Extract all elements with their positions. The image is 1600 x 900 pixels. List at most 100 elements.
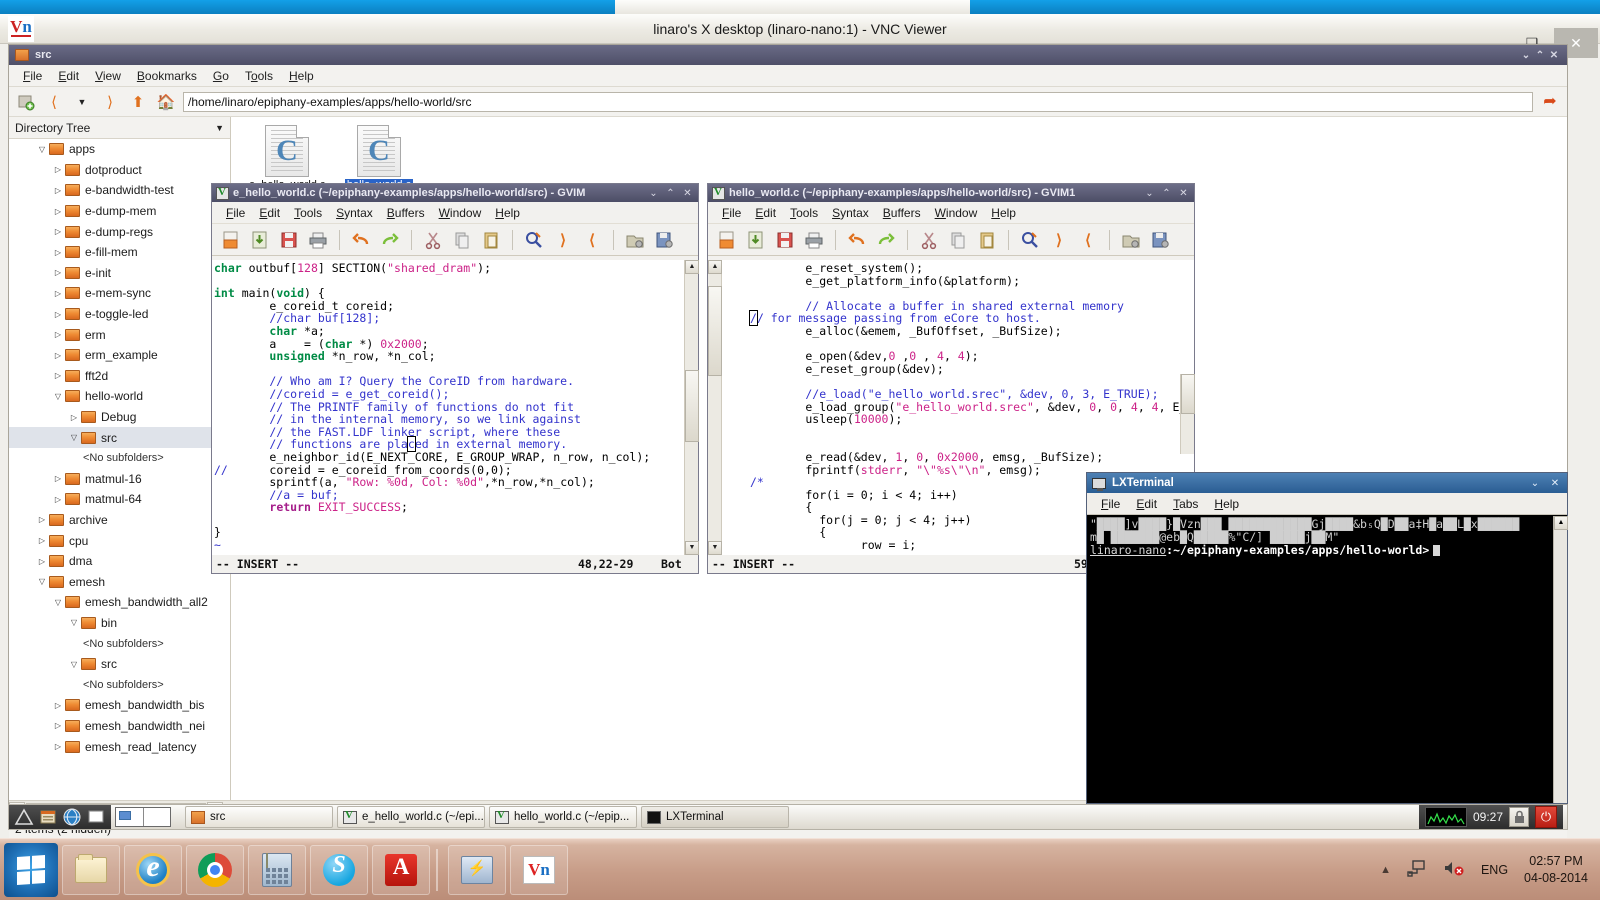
gvim1-menu-buffers[interactable]: Buffers: [387, 206, 425, 220]
show-desktop-icon[interactable]: [13, 806, 35, 828]
tree-item--no-subfolders-[interactable]: <No subfolders>: [9, 633, 230, 654]
path-input[interactable]: [183, 91, 1533, 112]
directory-tree[interactable]: ▽ apps ▷ dotproduct ▷ e-bandwidth-test ▷ e-dump…: [9, 139, 230, 800]
taskbar-button[interactable]: e_hello_world.c (~/epi...: [337, 806, 485, 828]
scrollbar-thumb[interactable]: [685, 370, 699, 442]
menu-tools[interactable]: Tools: [245, 69, 273, 83]
taskbar-button[interactable]: LXTerminal: [641, 806, 789, 828]
gvim2-menu-buffers[interactable]: Buffers: [883, 206, 921, 220]
taskbar-button[interactable]: hello_world.c (~/epip...: [489, 806, 637, 828]
print-icon[interactable]: [803, 229, 825, 251]
gvim1-menu-syntax[interactable]: Syntax: [336, 206, 373, 220]
open-session-icon[interactable]: [1120, 229, 1142, 251]
tree-item-dotproduct[interactable]: ▷ dotproduct: [9, 160, 230, 181]
gvim1-menu-file[interactable]: File: [226, 206, 245, 220]
tree-item-cpu[interactable]: ▷ cpu: [9, 530, 230, 551]
taskbar-button[interactable]: src: [185, 806, 333, 828]
scroll-up-icon[interactable]: ▲: [685, 260, 699, 274]
chevron-right-icon[interactable]: ▷: [51, 289, 65, 298]
menu-bookmarks[interactable]: Bookmarks: [137, 69, 197, 83]
calculator-icon[interactable]: [248, 844, 306, 895]
chevron-down-icon[interactable]: ▽: [67, 433, 81, 442]
workspace-2[interactable]: [144, 808, 171, 826]
lxterminal-minimize-button[interactable]: ⌄: [1528, 478, 1542, 489]
tree-item-matmul-64[interactable]: ▷ matmul-64: [9, 489, 230, 510]
tree-item-emesh-read-latency[interactable]: ▷ emesh_read_latency: [9, 736, 230, 757]
chevron-right-icon[interactable]: ▷: [35, 557, 49, 566]
find-icon[interactable]: [1019, 229, 1041, 251]
windows-clock[interactable]: 02:57 PM 04-08-2014: [1524, 853, 1588, 887]
volume-muted-icon[interactable]: [1443, 859, 1465, 880]
open-file-icon[interactable]: [716, 229, 738, 251]
chevron-right-icon[interactable]: ▷: [51, 742, 65, 751]
tree-item--no-subfolders-[interactable]: <No subfolders>: [9, 674, 230, 695]
scrollbar-thumb[interactable]: [1181, 374, 1195, 414]
undo-icon[interactable]: [350, 229, 372, 251]
file-item[interactable]: Ce_hello_world.c: [247, 125, 327, 191]
save-all-icon[interactable]: [278, 229, 300, 251]
lxterminal-menu-help[interactable]: Help: [1214, 497, 1239, 511]
web-browser-icon[interactable]: [61, 806, 83, 828]
chevron-down-icon[interactable]: ▽: [35, 145, 49, 154]
gvim2-menu-help[interactable]: Help: [991, 206, 1016, 220]
save-icon[interactable]: [745, 229, 767, 251]
gvim2-menu-window[interactable]: Window: [935, 206, 978, 220]
tree-item-src[interactable]: ▽ src: [9, 427, 230, 448]
chevron-right-icon[interactable]: ▷: [51, 474, 65, 483]
gvim1-close-button[interactable]: ✕: [681, 188, 694, 199]
history-dropdown-icon[interactable]: ▼: [71, 91, 93, 113]
vnc-viewer-icon[interactable]: Vn: [510, 844, 568, 895]
fm-minimize-button[interactable]: ⌄: [1519, 50, 1533, 61]
adobe-reader-icon[interactable]: [372, 844, 430, 895]
tree-item-erm-example[interactable]: ▷ erm_example: [9, 345, 230, 366]
next-icon[interactable]: ⟩: [1048, 229, 1070, 251]
gvim2-minimize-button[interactable]: ⌄: [1143, 188, 1156, 199]
tree-item-archive[interactable]: ▷ archive: [9, 510, 230, 531]
copy-icon[interactable]: [451, 229, 473, 251]
tree-item-matmul-16[interactable]: ▷ matmul-16: [9, 469, 230, 490]
home-icon[interactable]: 🏠: [155, 91, 177, 113]
forward-icon[interactable]: ⟩: [99, 91, 121, 113]
gvim1-maximize-button[interactable]: ⌃: [664, 188, 677, 199]
chevron-right-icon[interactable]: ▷: [51, 721, 65, 730]
gvim1-menu-help[interactable]: Help: [495, 206, 520, 220]
skype-icon[interactable]: [310, 844, 368, 895]
chevron-right-icon[interactable]: ▷: [51, 248, 65, 257]
scroll-up-icon[interactable]: ▲: [708, 260, 722, 274]
chevron-right-icon[interactable]: ▷: [51, 351, 65, 360]
tree-item-emesh[interactable]: ▽ emesh: [9, 571, 230, 592]
save-all-icon[interactable]: [774, 229, 796, 251]
tree-item--no-subfolders-[interactable]: <No subfolders>: [9, 448, 230, 469]
chevron-down-icon[interactable]: ▽: [35, 577, 49, 586]
power-icon[interactable]: ⏻: [1535, 806, 1557, 828]
go-icon[interactable]: ➦: [1539, 91, 1561, 113]
tree-item-debug[interactable]: ▷ Debug: [9, 407, 230, 428]
save-session-icon[interactable]: [653, 229, 675, 251]
gvim1-menu-tools[interactable]: Tools: [294, 206, 322, 220]
chevron-right-icon[interactable]: ▷: [51, 207, 65, 216]
tree-item-e-dump-mem[interactable]: ▷ e-dump-mem: [9, 201, 230, 222]
lxterminal-menu-file[interactable]: File: [1101, 497, 1120, 511]
menu-view[interactable]: View: [95, 69, 121, 83]
lxde-clock[interactable]: 09:27: [1473, 810, 1503, 824]
gvim1-vertical-scrollbar[interactable]: ▲ ▼: [684, 260, 699, 555]
gvim2-close-button[interactable]: ✕: [1177, 188, 1190, 199]
next-icon[interactable]: ⟩: [552, 229, 574, 251]
tree-item-e-bandwidth-test[interactable]: ▷ e-bandwidth-test: [9, 180, 230, 201]
tree-item-src[interactable]: ▽ src: [9, 654, 230, 675]
scrollbar-thumb[interactable]: [708, 286, 722, 376]
lxterminal-scrollbar[interactable]: ▲: [1553, 516, 1568, 803]
chevron-right-icon[interactable]: ▷: [67, 413, 81, 422]
gvim2-maximize-button[interactable]: ⌃: [1160, 188, 1173, 199]
lxterminal-close-button[interactable]: ✕: [1548, 478, 1562, 489]
chevron-right-icon[interactable]: ▷: [51, 165, 65, 174]
file-manager-icon[interactable]: [37, 806, 59, 828]
menu-go[interactable]: Go: [213, 69, 229, 83]
network-icon[interactable]: [1407, 859, 1427, 880]
gvim1-minimize-button[interactable]: ⌄: [647, 188, 660, 199]
gvim2-menu-syntax[interactable]: Syntax: [832, 206, 869, 220]
save-session-icon[interactable]: [1149, 229, 1171, 251]
chevron-right-icon[interactable]: ▷: [51, 330, 65, 339]
tree-item-e-toggle-led[interactable]: ▷ e-toggle-led: [9, 304, 230, 325]
redo-icon[interactable]: [379, 229, 401, 251]
